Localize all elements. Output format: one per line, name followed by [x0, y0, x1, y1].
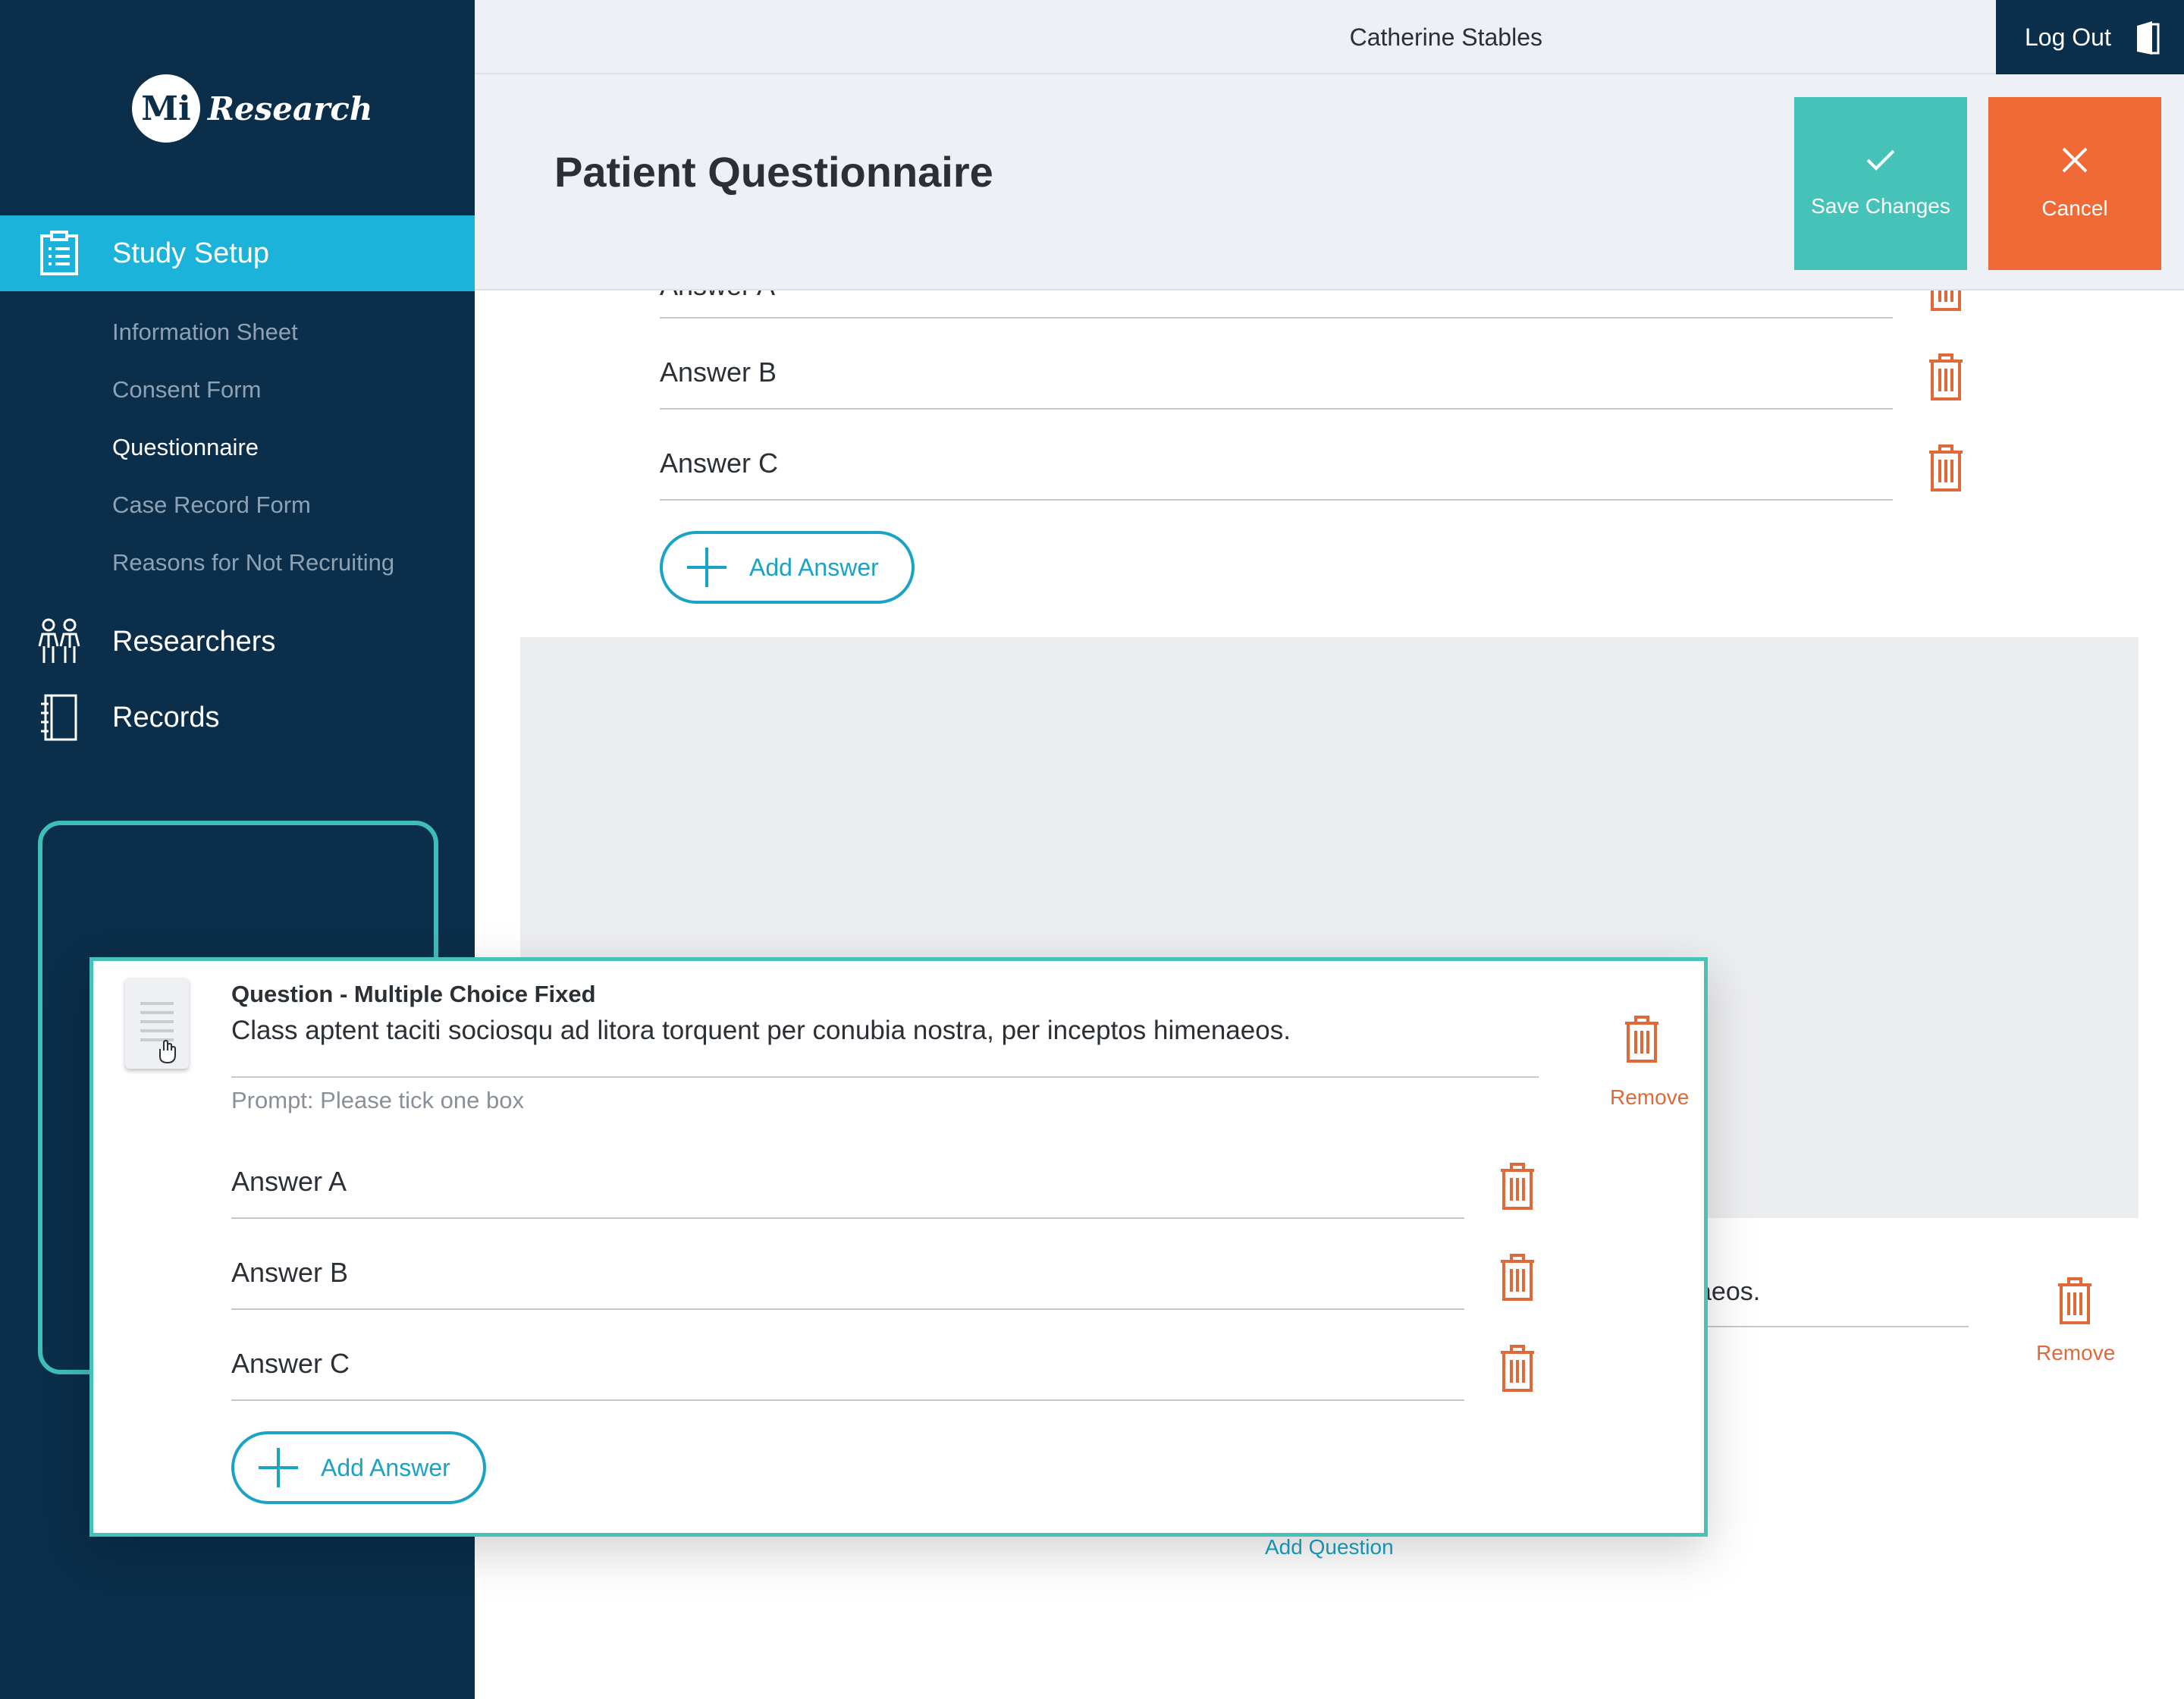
- trash-icon[interactable]: [1622, 1014, 1662, 1064]
- logout-button[interactable]: Log Out: [1996, 0, 2184, 74]
- sidebar-subitem-information-sheet[interactable]: Information Sheet: [112, 319, 298, 346]
- answer-field[interactable]: Answer A: [231, 1151, 1464, 1219]
- dragged-question-card[interactable]: Question - Multiple Choice Fixed Class a…: [89, 957, 1708, 1537]
- clipboard-icon: [35, 229, 83, 278]
- sidebar-subitem-questionnaire[interactable]: Questionnaire: [112, 434, 259, 461]
- answer-text: Answer C: [660, 448, 779, 479]
- sidebar-subitem-consent-form[interactable]: Consent Form: [112, 376, 261, 404]
- answer-text: Answer A: [231, 1166, 347, 1197]
- trash-icon[interactable]: [1926, 352, 1966, 402]
- question-text-field[interactable]: Class aptent taciti sociosqu ad litora t…: [231, 1016, 1539, 1078]
- remove-question-button[interactable]: Remove: [2036, 1341, 2115, 1365]
- add-answer-button[interactable]: Add Answer: [660, 531, 915, 604]
- answer-field[interactable]: Answer C: [660, 432, 1893, 501]
- top-bar: Catherine Stables: [475, 0, 2184, 74]
- app-logo[interactable]: Mi Research: [132, 74, 372, 143]
- check-icon: [1866, 149, 1895, 171]
- answer-text: Answer B: [660, 356, 777, 388]
- door-icon: [2134, 20, 2161, 62]
- plus-icon: [259, 1448, 298, 1487]
- sidebar-item-researchers[interactable]: Researchers: [0, 611, 475, 672]
- user-name: Catherine Stables: [1349, 24, 1542, 51]
- plus-icon: [687, 548, 726, 587]
- trash-icon[interactable]: [1498, 1161, 1537, 1211]
- trash-icon[interactable]: [1926, 443, 1966, 493]
- save-changes-label: Save Changes: [1811, 194, 1950, 218]
- trash-icon[interactable]: [1498, 1252, 1537, 1302]
- drag-handle[interactable]: [125, 978, 189, 1069]
- grab-hand-icon: [159, 1039, 176, 1064]
- add-answer-button[interactable]: Add Answer: [231, 1431, 486, 1504]
- trash-icon[interactable]: [2055, 1276, 2095, 1326]
- question-prompt: Prompt: Please tick one box: [231, 1087, 524, 1113]
- question-type-label: Question - Multiple Choice Fixed: [231, 981, 596, 1007]
- answer-text: Answer B: [231, 1257, 349, 1288]
- sidebar-subitem-case-record-form[interactable]: Case Record Form: [112, 491, 311, 519]
- sidebar-item-study-setup[interactable]: Study Setup: [0, 215, 475, 291]
- sidebar-item-records[interactable]: Records: [0, 687, 475, 748]
- sidebar-item-label: Researchers: [112, 625, 276, 658]
- remove-question-button[interactable]: Remove: [1610, 1085, 1689, 1110]
- add-answer-label: Add Answer: [321, 1453, 450, 1481]
- people-icon: [35, 617, 83, 666]
- save-changes-button[interactable]: Save Changes: [1794, 97, 1967, 270]
- page-title: Patient Questionnaire: [554, 148, 993, 196]
- logo-mark: Mi: [132, 74, 200, 143]
- notebook-icon: [35, 693, 83, 742]
- answer-text: Answer C: [231, 1348, 350, 1379]
- logo-word: Research: [208, 90, 373, 127]
- sidebar-item-label: Study Setup: [112, 237, 270, 269]
- close-icon: [2062, 147, 2088, 173]
- answer-field[interactable]: Answer C: [231, 1333, 1464, 1401]
- logout-label: Log Out: [2025, 23, 2111, 51]
- add-answer-label: Add Answer: [749, 553, 879, 581]
- trash-icon[interactable]: [1498, 1343, 1537, 1393]
- add-question-button[interactable]: Add Question: [1265, 1535, 1394, 1559]
- answer-field[interactable]: Answer B: [660, 341, 1893, 410]
- answer-field[interactable]: Answer B: [231, 1242, 1464, 1310]
- cancel-label: Cancel: [2041, 196, 2108, 220]
- question-text: Class aptent taciti sociosqu ad litora t…: [231, 1016, 1291, 1045]
- cancel-button[interactable]: Cancel: [1988, 97, 2161, 270]
- sidebar-item-label: Records: [112, 701, 220, 733]
- sidebar-subitem-reasons-not-recruiting[interactable]: Reasons for Not Recruiting: [112, 549, 394, 576]
